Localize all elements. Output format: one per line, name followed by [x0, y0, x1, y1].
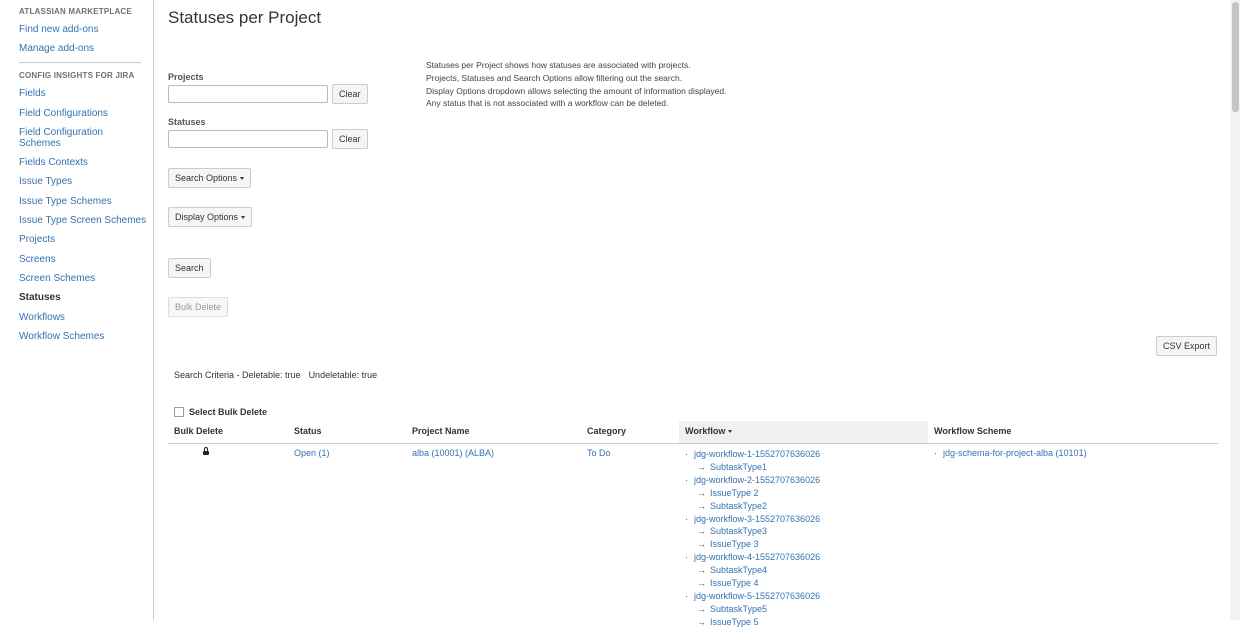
search-criteria: Search Criteria - Deletable: true Undelet…	[174, 370, 377, 380]
column-header-project-name[interactable]: Project Name	[406, 421, 581, 443]
select-bulk-delete-checkbox[interactable]	[174, 407, 184, 417]
column-header-workflow-label: Workflow	[685, 426, 726, 436]
select-bulk-delete[interactable]: Select Bulk Delete	[174, 407, 267, 417]
sidebar-item-statuses[interactable]: Statuses	[19, 292, 129, 303]
column-header-bulk-delete: Bulk Delete	[174, 426, 224, 436]
issue-type-link[interactable]: SubtaskType2	[710, 501, 767, 511]
issue-type-link[interactable]: SubtaskType4	[710, 565, 767, 575]
workflow-link[interactable]: jdg-workflow-1-1552707636026	[694, 449, 820, 459]
issue-type-item: → IssueType 5	[697, 616, 759, 627]
statuses-table: Bulk Delete Status Project Name Category…	[168, 421, 1218, 627]
workflow-link[interactable]: jdg-workflow-3-1552707636026	[694, 514, 820, 524]
sidebar-item-find-new-add-ons[interactable]: Find new add-ons	[19, 24, 129, 35]
lock-icon	[203, 447, 209, 455]
description-line: Projects, Statuses and Search Options al…	[426, 72, 683, 83]
workflow-link[interactable]: jdg-workflow-5-1552707636026	[694, 591, 820, 601]
clear-statuses-button[interactable]: Clear	[332, 129, 368, 149]
workflow-link[interactable]: jdg-workflow-4-1552707636026	[694, 552, 820, 562]
projects-label: Projects	[168, 72, 204, 82]
workflow-scheme-item: · jdg-schema-for-project-alba (10101)	[934, 448, 1087, 458]
statuses-input[interactable]	[168, 130, 328, 148]
sidebar-section-title: CONFIG INSIGHTS FOR JIRA	[19, 71, 135, 80]
issue-type-item: → SubtaskType4	[697, 565, 768, 576]
category-link[interactable]: To Do	[587, 448, 611, 458]
issue-type-item: → IssueType 2	[697, 487, 759, 498]
column-header-workflow-scheme[interactable]: Workflow Scheme	[928, 421, 1218, 443]
scrollbar-thumb[interactable]	[1232, 2, 1239, 112]
display-options-label: Display Options	[175, 212, 239, 222]
criteria-undeletable: Undeletable: true	[308, 370, 378, 380]
workflow-item: · jdg-workflow-4-1552707636026	[685, 552, 821, 563]
workflow-item: · jdg-workflow-2-1552707636026	[685, 474, 821, 485]
issue-type-item: → SubtaskType1	[697, 461, 768, 472]
sidebar-item-field-configuration-schemes[interactable]: Field Configuration Schemes	[19, 127, 129, 149]
issue-type-link[interactable]: SubtaskType3	[710, 526, 767, 536]
search-options-label: Search Options	[175, 173, 238, 183]
sidebar-item-issue-types[interactable]: Issue Types	[19, 176, 129, 187]
csv-export-button[interactable]: CSV Export	[1156, 336, 1218, 356]
caret-down-icon	[241, 216, 246, 220]
issue-type-link[interactable]: IssueType 3	[710, 539, 759, 549]
clear-projects-button[interactable]: Clear	[332, 84, 368, 104]
sidebar-section-title: ATLASSIAN MARKETPLACE	[19, 7, 132, 16]
issue-type-link[interactable]: IssueType 4	[710, 578, 759, 588]
description-line: Display Options dropdown allows selectin…	[426, 85, 727, 96]
criteria-deletable: Search Criteria - Deletable: true	[174, 370, 301, 380]
sidebar-item-screens[interactable]: Screens	[19, 254, 129, 265]
sort-caret-icon	[728, 430, 733, 434]
issue-type-item: → SubtaskType2	[697, 500, 768, 511]
sidebar-item-fields[interactable]: Fields	[19, 88, 129, 99]
issue-type-item: → SubtaskType3	[697, 526, 768, 537]
statuses-label: Statuses	[168, 117, 206, 127]
sidebar-item-field-configurations[interactable]: Field Configurations	[19, 108, 129, 119]
bulk-delete-button[interactable]: Bulk Delete	[168, 297, 229, 317]
vertical-scrollbar[interactable]	[1230, 0, 1240, 620]
description-line: Any status that is not associated with a…	[426, 98, 669, 109]
status-link[interactable]: Open (1)	[294, 448, 330, 458]
search-button[interactable]: Search	[168, 258, 211, 278]
sidebar-item-screen-schemes[interactable]: Screen Schemes	[19, 273, 129, 284]
workflow-item: · jdg-workflow-5-1552707636026	[685, 590, 821, 601]
issue-type-item: → SubtaskType5	[697, 603, 768, 614]
sidebar-item-projects[interactable]: Projects	[19, 234, 129, 245]
projects-input[interactable]	[168, 85, 328, 103]
column-header-workflow[interactable]: Workflow	[679, 421, 928, 443]
sidebar-item-manage-add-ons[interactable]: Manage add-ons	[19, 43, 129, 54]
issue-type-link[interactable]: SubtaskType5	[710, 604, 767, 614]
page-title: Statuses per Project	[168, 8, 322, 27]
workflow-scheme-link[interactable]: jdg-schema-for-project-alba (10101)	[943, 448, 1087, 458]
sidebar-divider	[19, 62, 141, 63]
sidebar-item-workflow-schemes[interactable]: Workflow Schemes	[19, 331, 129, 342]
issue-type-link[interactable]: SubtaskType1	[710, 462, 767, 472]
sidebar-item-fields-contexts[interactable]: Fields Contexts	[19, 157, 129, 168]
main-content: Statuses per Project Statuses per Projec…	[154, 0, 1240, 627]
workflow-list: · jdg-workflow-1-1552707636026 → SubtaskTy…	[685, 448, 820, 629]
project-link[interactable]: alba (10001) (ALBA)	[412, 448, 494, 458]
workflow-item: · jdg-workflow-1-1552707636026	[685, 449, 821, 459]
workflow-link[interactable]: jdg-workflow-2-1552707636026	[694, 475, 820, 485]
column-header-category[interactable]: Category	[581, 421, 679, 443]
workflow-item: · jdg-workflow-3-1552707636026	[685, 513, 821, 524]
display-options-dropdown[interactable]: Display Options	[168, 207, 253, 227]
issue-type-item: → IssueType 3	[697, 539, 759, 550]
issue-type-link[interactable]: IssueType 2	[710, 488, 759, 498]
sidebar: ATLASSIAN MARKETPLACE Find new add-ons M…	[0, 0, 154, 620]
column-header-status[interactable]: Status	[288, 421, 406, 443]
search-options-dropdown[interactable]: Search Options	[168, 168, 252, 188]
sidebar-item-workflows[interactable]: Workflows	[19, 312, 129, 323]
caret-down-icon	[240, 177, 245, 181]
issue-type-item: → IssueType 4	[697, 578, 759, 589]
sidebar-item-issue-type-screen-schemes[interactable]: Issue Type Screen Schemes	[19, 215, 149, 226]
page-description: Statuses per Project shows how statuses …	[426, 59, 727, 110]
description-line: Statuses per Project shows how statuses …	[426, 60, 691, 70]
select-bulk-delete-label: Select Bulk Delete	[189, 407, 268, 417]
issue-type-link[interactable]: IssueType 5	[710, 617, 759, 627]
table-header-row: Bulk Delete Status Project Name Category…	[168, 421, 1218, 444]
sidebar-item-issue-type-schemes[interactable]: Issue Type Schemes	[19, 196, 129, 207]
